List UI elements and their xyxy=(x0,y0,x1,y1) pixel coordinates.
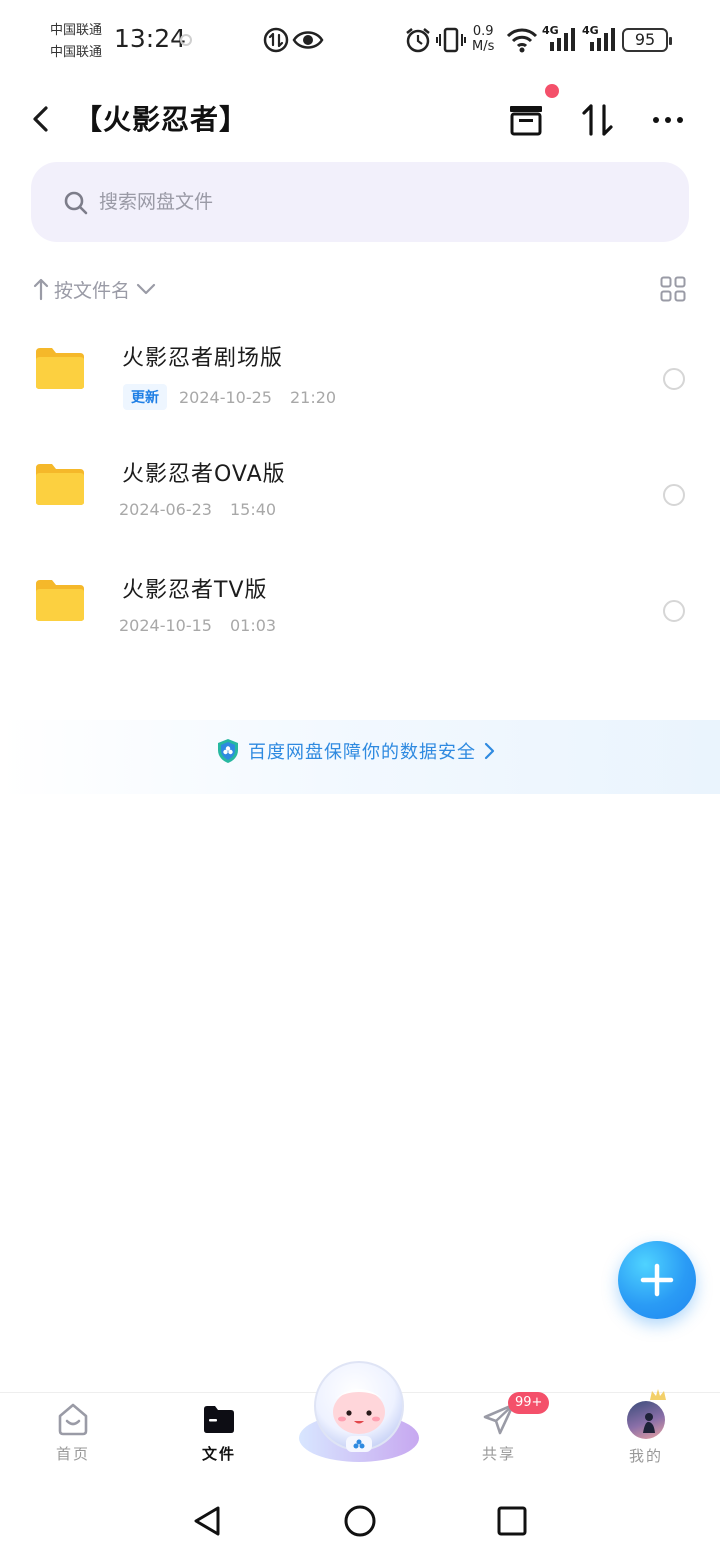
arrow-up-icon xyxy=(33,278,49,301)
update-badge: 更新 xyxy=(123,384,167,410)
nav-mine-label: 我的 xyxy=(628,1447,663,1465)
net-speed-value: 0.9 xyxy=(472,24,494,39)
sort-arrows-icon[interactable] xyxy=(576,98,620,142)
eye-icon xyxy=(292,31,324,49)
folder-icon xyxy=(36,580,84,621)
search-bar[interactable] xyxy=(31,162,689,242)
avatar-figure-icon xyxy=(643,1413,655,1433)
data-saver-icon xyxy=(263,27,289,53)
file-meta: 2024-06-23 15:40 xyxy=(119,500,276,519)
file-name: 火影忍者TV版 xyxy=(122,578,268,603)
file-time: 15:40 xyxy=(229,500,277,519)
back-chevron-left-icon[interactable] xyxy=(26,102,56,136)
nav-mine[interactable]: 我的 xyxy=(601,1401,691,1466)
file-row[interactable]: 火影忍者TV版 2024-10-15 01:03 xyxy=(0,564,720,664)
file-date: 2024-06-23 xyxy=(119,500,212,519)
security-link[interactable]: 百度网盘保障你的数据安全 xyxy=(216,738,504,764)
grid-view-icon[interactable] xyxy=(660,276,686,302)
file-meta: 更新 2024-10-25 21:20 xyxy=(119,384,336,410)
alarm-icon xyxy=(406,28,430,53)
archive-box-icon[interactable] xyxy=(504,98,548,142)
header-bar: 【火影忍者】 xyxy=(0,84,720,154)
security-banner[interactable]: 百度网盘保障你的数据安全 xyxy=(0,720,720,794)
file-date: 2024-10-25 xyxy=(179,387,272,407)
file-row[interactable]: 火影忍者OVA版 2024-06-23 15:40 xyxy=(0,448,720,548)
page-title: 【火影忍者】 xyxy=(74,103,249,136)
system-home-icon[interactable] xyxy=(343,1504,377,1538)
sort-label: 按文件名 xyxy=(54,279,131,302)
net-speed: 0.9 M/s xyxy=(472,24,494,54)
security-text: 百度网盘保障你的数据安全 xyxy=(248,742,476,763)
carrier-1: 中国联通 xyxy=(50,23,103,38)
select-radio[interactable] xyxy=(663,368,685,390)
notification-dot xyxy=(545,84,559,98)
carrier-info: 中国联通 中国联通 xyxy=(50,20,102,64)
folder-filled-icon xyxy=(204,1406,234,1433)
status-dot-icon xyxy=(180,34,192,46)
folder-icon xyxy=(36,348,84,389)
vibrate-icon xyxy=(436,27,466,53)
file-row[interactable]: 火影忍者剧场版 更新 2024-10-25 21:20 xyxy=(0,332,720,432)
system-nav-bar xyxy=(0,1482,720,1560)
system-back-icon[interactable] xyxy=(190,1504,224,1538)
battery-indicator: 95 xyxy=(622,28,672,52)
file-name: 火影忍者OVA版 xyxy=(122,462,286,487)
status-clock: 13:24 xyxy=(114,24,187,53)
folder-icon xyxy=(36,464,84,505)
add-button[interactable] xyxy=(618,1241,696,1319)
nav-files[interactable]: 文件 xyxy=(174,1401,264,1464)
nav-home[interactable]: 首页 xyxy=(28,1401,118,1464)
carrier-2: 中国联通 xyxy=(50,45,103,60)
file-name: 火影忍者剧场版 xyxy=(122,346,284,371)
nav-files-label: 文件 xyxy=(201,1445,236,1463)
search-icon xyxy=(64,191,88,215)
file-date: 2024-10-15 xyxy=(119,616,212,635)
nav-share-label: 共享 xyxy=(481,1445,516,1463)
chevron-down-icon xyxy=(136,283,156,295)
net-speed-unit: M/s xyxy=(472,39,495,54)
avatar xyxy=(627,1401,665,1439)
chevron-right-icon xyxy=(484,742,495,760)
file-meta: 2024-10-15 01:03 xyxy=(119,616,276,635)
system-recents-icon[interactable] xyxy=(495,1504,529,1538)
status-bar: 中国联通 中国联通 13:24 0.9 M/s 4G 4G 95 xyxy=(0,0,720,80)
mascot-icon[interactable] xyxy=(296,1356,422,1466)
select-radio[interactable] xyxy=(663,600,685,622)
nav-home-label: 首页 xyxy=(55,1445,90,1463)
shield-icon xyxy=(218,739,238,763)
home-icon xyxy=(58,1403,88,1436)
sort-selector[interactable]: 按文件名 xyxy=(32,274,156,304)
file-time: 01:03 xyxy=(229,616,277,635)
wifi-icon xyxy=(506,28,538,53)
share-badge: 99+ xyxy=(508,1392,550,1414)
search-input[interactable] xyxy=(99,182,619,222)
file-time: 21:20 xyxy=(289,387,337,407)
signal-icon-1 xyxy=(550,28,575,51)
signal-icon-2 xyxy=(590,28,615,51)
crown-icon xyxy=(650,1389,666,1400)
plus-icon xyxy=(640,1263,674,1297)
more-dots-icon[interactable] xyxy=(648,98,692,142)
select-radio[interactable] xyxy=(663,484,685,506)
